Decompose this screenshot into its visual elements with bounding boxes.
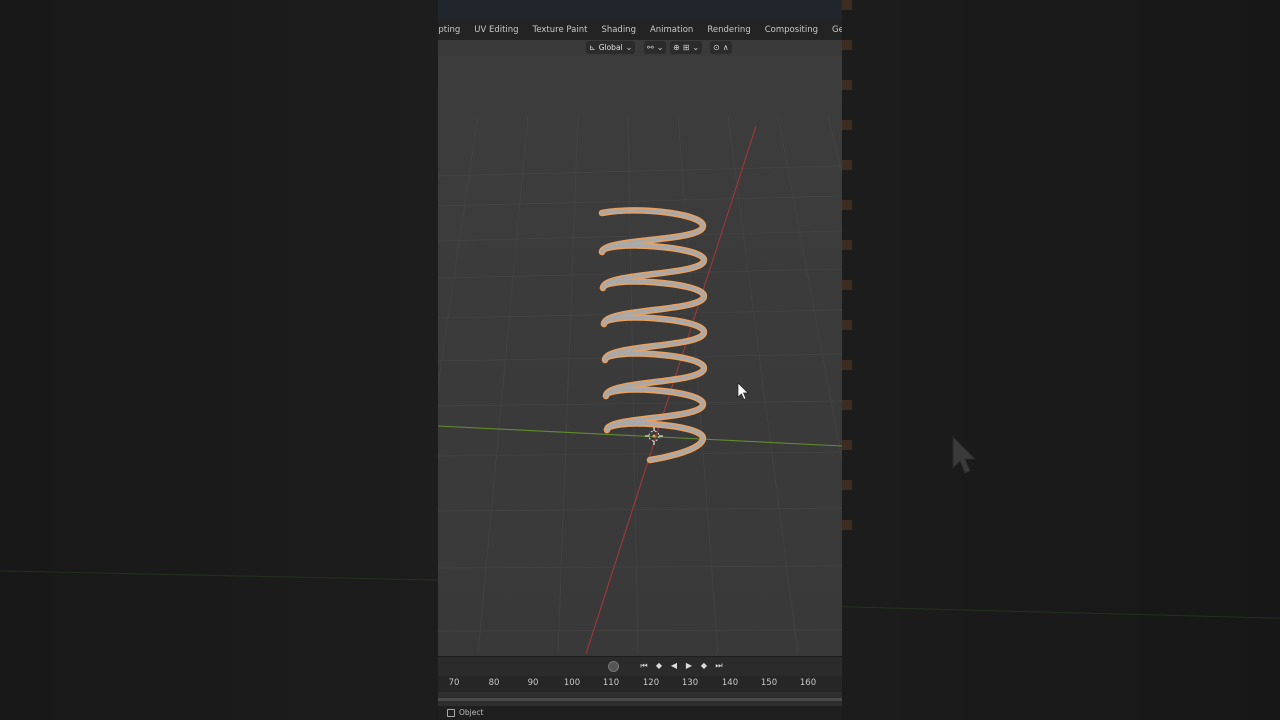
transform-orientation-dropdown[interactable]: ⊾ Global ⌄ — [586, 41, 636, 54]
timeline-tick: 110 — [602, 678, 620, 688]
timeline-tick: 150 — [760, 678, 778, 688]
mouse-select-icon — [447, 709, 455, 717]
status-mode-label: Object — [459, 708, 484, 717]
pivot-dropdown[interactable]: ⚯ ⌄ — [644, 41, 667, 54]
background-spring-glow — [842, 0, 852, 560]
viewport-scene — [438, 115, 842, 655]
jump-keyframe-back-icon[interactable]: ◆ — [653, 660, 665, 672]
proportional-edit-toggle[interactable]: ⊙ ∧ — [710, 41, 732, 54]
timeline-tick: 70 — [448, 678, 460, 688]
playback-controls: ⏮ ◆ ◀ ▶ ◆ ⏭ — [608, 660, 725, 672]
timeline-ruler[interactable]: 70 80 90 100 110 120 130 140 150 160 — [438, 676, 842, 692]
timeline-track[interactable] — [438, 692, 842, 706]
timeline-tick: 130 — [681, 678, 699, 688]
transform-orientation-icon: ⊾ — [589, 43, 596, 52]
tab-shading[interactable]: Shading — [594, 20, 643, 40]
snap-toggle[interactable]: ⊕ ⊞ ⌄ — [670, 41, 703, 54]
tab-rendering[interactable]: Rendering — [700, 20, 757, 40]
timeline-header: ⏮ ◆ ◀ ▶ ◆ ⏭ — [438, 656, 842, 677]
transform-orientation-value: Global — [598, 43, 623, 52]
record-button[interactable] — [608, 660, 619, 672]
3d-viewport[interactable] — [438, 56, 842, 655]
timeline-tick: 120 — [642, 678, 660, 688]
tab-animation[interactable]: Animation — [643, 20, 700, 40]
title-strip — [438, 0, 842, 20]
viewport-header: ⊾ Global ⌄ ⚯ ⌄ ⊕ ⊞ ⌄ ⊙ ∧ — [438, 40, 842, 56]
timeline-tick: 90 — [527, 678, 539, 688]
play-reverse-icon[interactable]: ◀ — [668, 660, 680, 672]
play-icon[interactable]: ▶ — [683, 660, 695, 672]
jump-start-icon[interactable]: ⏮ — [638, 660, 650, 672]
tab-sculpting[interactable]: lpting — [438, 20, 467, 40]
timeline-scrollbar[interactable] — [438, 698, 842, 701]
link-icon: ⚯ — [647, 43, 654, 52]
timeline-tick: 140 — [721, 678, 739, 688]
falloff-icon: ∧ — [722, 43, 729, 52]
tab-compositing[interactable]: Compositing — [758, 20, 825, 40]
blender-window: lpting UV Editing Texture Paint Shading … — [438, 0, 842, 720]
proportional-edit-icon: ⊙ — [713, 43, 720, 52]
snap-icon: ⊕ — [673, 43, 680, 52]
chevron-down-icon: ⌄ — [656, 43, 664, 52]
jump-end-icon[interactable]: ⏭ — [713, 660, 725, 672]
status-bar: Object — [438, 706, 842, 720]
jump-keyframe-forward-icon[interactable]: ◆ — [698, 660, 710, 672]
snap-target-icon: ⊞ — [682, 43, 690, 52]
mouse-cursor-icon — [737, 382, 749, 400]
timeline-tick: 100 — [563, 678, 581, 688]
timeline-tick: 160 — [799, 678, 817, 688]
workspace-tabs: lpting UV Editing Texture Paint Shading … — [438, 20, 842, 40]
chevron-down-icon: ⌄ — [625, 43, 633, 52]
chevron-down-icon: ⌄ — [692, 43, 700, 52]
tab-texture-paint[interactable]: Texture Paint — [526, 20, 595, 40]
tab-uv-editing[interactable]: UV Editing — [467, 20, 525, 40]
3d-cursor-icon[interactable] — [645, 427, 663, 445]
timeline-tick: 80 — [488, 678, 500, 688]
background-cursor-icon — [952, 436, 977, 474]
tab-geometry-nodes[interactable]: Geometry N — [825, 20, 842, 40]
